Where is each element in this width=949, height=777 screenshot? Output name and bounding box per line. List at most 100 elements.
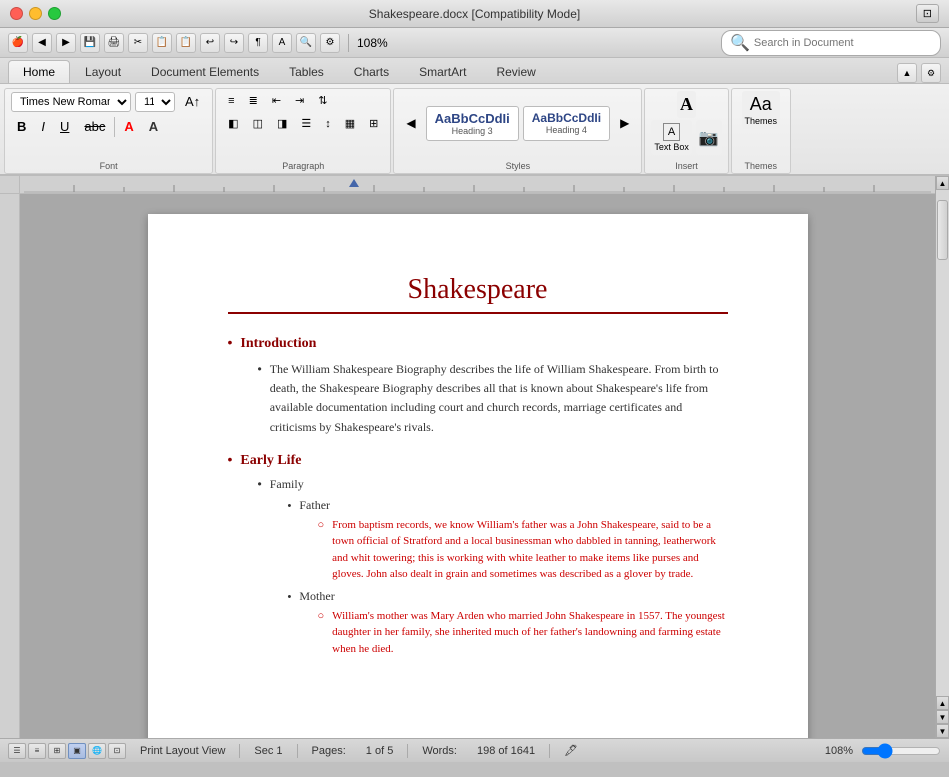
scroll-track[interactable] <box>936 190 949 696</box>
help-button[interactable]: ⚙ <box>320 33 340 53</box>
tab-document-elements[interactable]: Document Elements <box>136 60 274 83</box>
view-print-layout-button[interactable]: ▣ <box>68 743 86 759</box>
bold-button[interactable]: B <box>11 116 32 137</box>
list-item: ○ William's mother was Mary Arden who ma… <box>318 608 728 658</box>
justify-button[interactable]: ☰ <box>295 114 317 133</box>
shading-button[interactable]: ▦ <box>339 114 361 133</box>
zoom-value: 108% <box>825 745 853 757</box>
print-button[interactable]: 🖨 <box>104 33 124 53</box>
words-label: Words: <box>416 745 463 757</box>
undo-button[interactable]: ↩ <box>200 33 220 53</box>
close-button[interactable] <box>10 7 23 20</box>
copy-button[interactable]: 📋 <box>152 33 172 53</box>
document-page: Shakespeare • Introduction • <box>148 214 808 738</box>
scroll-down-button[interactable]: ▼ <box>936 724 949 738</box>
title-divider <box>228 312 728 314</box>
tab-smartart[interactable]: SmartArt <box>404 60 481 83</box>
apple-menu-button[interactable]: 🍎 <box>8 33 28 53</box>
list-number-button[interactable]: ≣ <box>243 91 264 110</box>
ribbon: Times New Roman 11 A↑ B I U abc A A Font <box>0 84 949 176</box>
style-heading3[interactable]: AaBbCcDdIi Heading 3 <box>426 106 519 141</box>
list-bullet-button[interactable]: ≡ <box>222 91 240 110</box>
search-container: 🔍 <box>721 30 941 56</box>
borders-button[interactable]: ⊞ <box>363 114 384 133</box>
father-text: From baptism records, we know William's … <box>332 517 727 583</box>
outdent-button[interactable]: ⇤ <box>266 91 287 110</box>
highlight-button[interactable]: A <box>143 116 164 137</box>
style-heading4[interactable]: AaBbCcDdIi Heading 4 <box>523 106 610 141</box>
list-item: • Family • Father <box>258 477 728 658</box>
styles-next-button[interactable]: ▶ <box>614 113 635 133</box>
view-normal-button[interactable]: ☰ <box>8 743 26 759</box>
ribbon-group-styles: ◀ AaBbCcDdIi Heading 3 AaBbCcDdIi Headin… <box>393 88 642 174</box>
increase-font-button[interactable]: A↑ <box>179 91 206 112</box>
paste-button[interactable]: 📋 <box>176 33 196 53</box>
window-resize-button[interactable]: ⊡ <box>916 4 939 23</box>
align-center-button[interactable]: ◫ <box>247 114 269 133</box>
tab-charts[interactable]: Charts <box>339 60 404 83</box>
minimize-button[interactable] <box>29 7 42 20</box>
themes-button[interactable]: Aa Themes <box>742 91 781 129</box>
align-right-button[interactable]: ◨ <box>271 114 293 133</box>
document-title: Shakespeare <box>228 274 728 306</box>
styles-prev-button[interactable]: ◀ <box>400 113 421 133</box>
italic-button[interactable]: I <box>35 116 51 137</box>
strikethrough-button[interactable]: abc <box>78 116 111 137</box>
tab-layout[interactable]: Layout <box>70 60 136 83</box>
window-controls[interactable] <box>10 7 61 20</box>
father-label: Father <box>299 498 330 513</box>
ruler-horizontal <box>20 176 935 194</box>
view-outline-button[interactable]: ≡ <box>28 743 46 759</box>
cut-button[interactable]: ✂ <box>128 33 148 53</box>
tab-home[interactable]: Home <box>8 60 70 83</box>
scroll-up-button[interactable]: ▲ <box>936 176 949 190</box>
themes-icon: Aa <box>750 94 772 115</box>
save-button[interactable]: 💾 <box>80 33 100 53</box>
scroll-page-down-button[interactable]: ▼ <box>936 710 949 724</box>
scroll-thumb[interactable] <box>937 200 948 260</box>
search-box[interactable]: 🔍 <box>721 30 941 56</box>
search-input[interactable] <box>754 37 932 49</box>
align-left-button[interactable]: ◧ <box>222 114 244 133</box>
text-box-button[interactable]: A Text Box <box>651 120 692 155</box>
ribbon-options-button[interactable]: ⚙ <box>921 63 941 83</box>
show-formatting-button[interactable]: ¶ <box>248 33 268 53</box>
title-bar-right: ⊡ <box>916 4 939 23</box>
sort-button[interactable]: ⇅ <box>312 91 333 110</box>
ruler-vertical <box>0 176 20 738</box>
insert-extra-button[interactable]: 📷 <box>696 120 722 155</box>
font-size-large-button[interactable]: A <box>677 91 696 118</box>
tab-review[interactable]: Review <box>481 60 550 83</box>
media-button[interactable]: A <box>272 33 292 53</box>
font-color-button[interactable]: A <box>118 116 139 137</box>
list-item: • The William Shakespeare Biography desc… <box>258 360 728 437</box>
font-name-select[interactable]: Times New Roman <box>11 92 131 112</box>
view-focus-button[interactable]: ⊡ <box>108 743 126 759</box>
scroll-page-up-button[interactable]: ▲ <box>936 696 949 710</box>
back-button[interactable]: ◀ <box>32 33 52 53</box>
view-buttons: ☰ ≡ ⊞ ▣ 🌐 ⊡ <box>8 743 126 759</box>
zoom-slider[interactable] <box>861 743 941 759</box>
underline-button[interactable]: U <box>54 116 75 137</box>
find-button[interactable]: 🔍 <box>296 33 316 53</box>
forward-button[interactable]: ▶ <box>56 33 76 53</box>
maximize-button[interactable] <box>48 7 61 20</box>
insert-group-label: Insert <box>645 161 727 171</box>
content-list: • Introduction • The William Shakespeare… <box>228 334 728 657</box>
font-size-select[interactable]: 11 <box>135 92 175 112</box>
line-spacing-button[interactable]: ↕ <box>319 114 337 133</box>
view-web-button[interactable]: 🌐 <box>88 743 106 759</box>
section-title-introduction: Introduction <box>240 336 316 352</box>
view-publish-button[interactable]: ⊞ <box>48 743 66 759</box>
view-mode-label: Print Layout View <box>134 745 231 757</box>
ribbon-group-font: Times New Roman 11 A↑ B I U abc A A Font <box>4 88 213 174</box>
ribbon-collapse-button[interactable]: ▲ <box>897 63 917 83</box>
title-bar: Shakespeare.docx [Compatibility Mode] ⊡ <box>0 0 949 28</box>
tab-tables[interactable]: Tables <box>274 60 339 83</box>
style-heading4-label: Heading 4 <box>532 125 601 135</box>
indent-button[interactable]: ⇥ <box>289 91 310 110</box>
styles-group-label: Styles <box>394 161 641 171</box>
redo-button[interactable]: ↪ <box>224 33 244 53</box>
scroll-area[interactable]: Shakespeare • Introduction • <box>20 194 935 738</box>
vertical-scrollbar[interactable]: ▲ ▲ ▼ ▼ <box>935 176 949 738</box>
